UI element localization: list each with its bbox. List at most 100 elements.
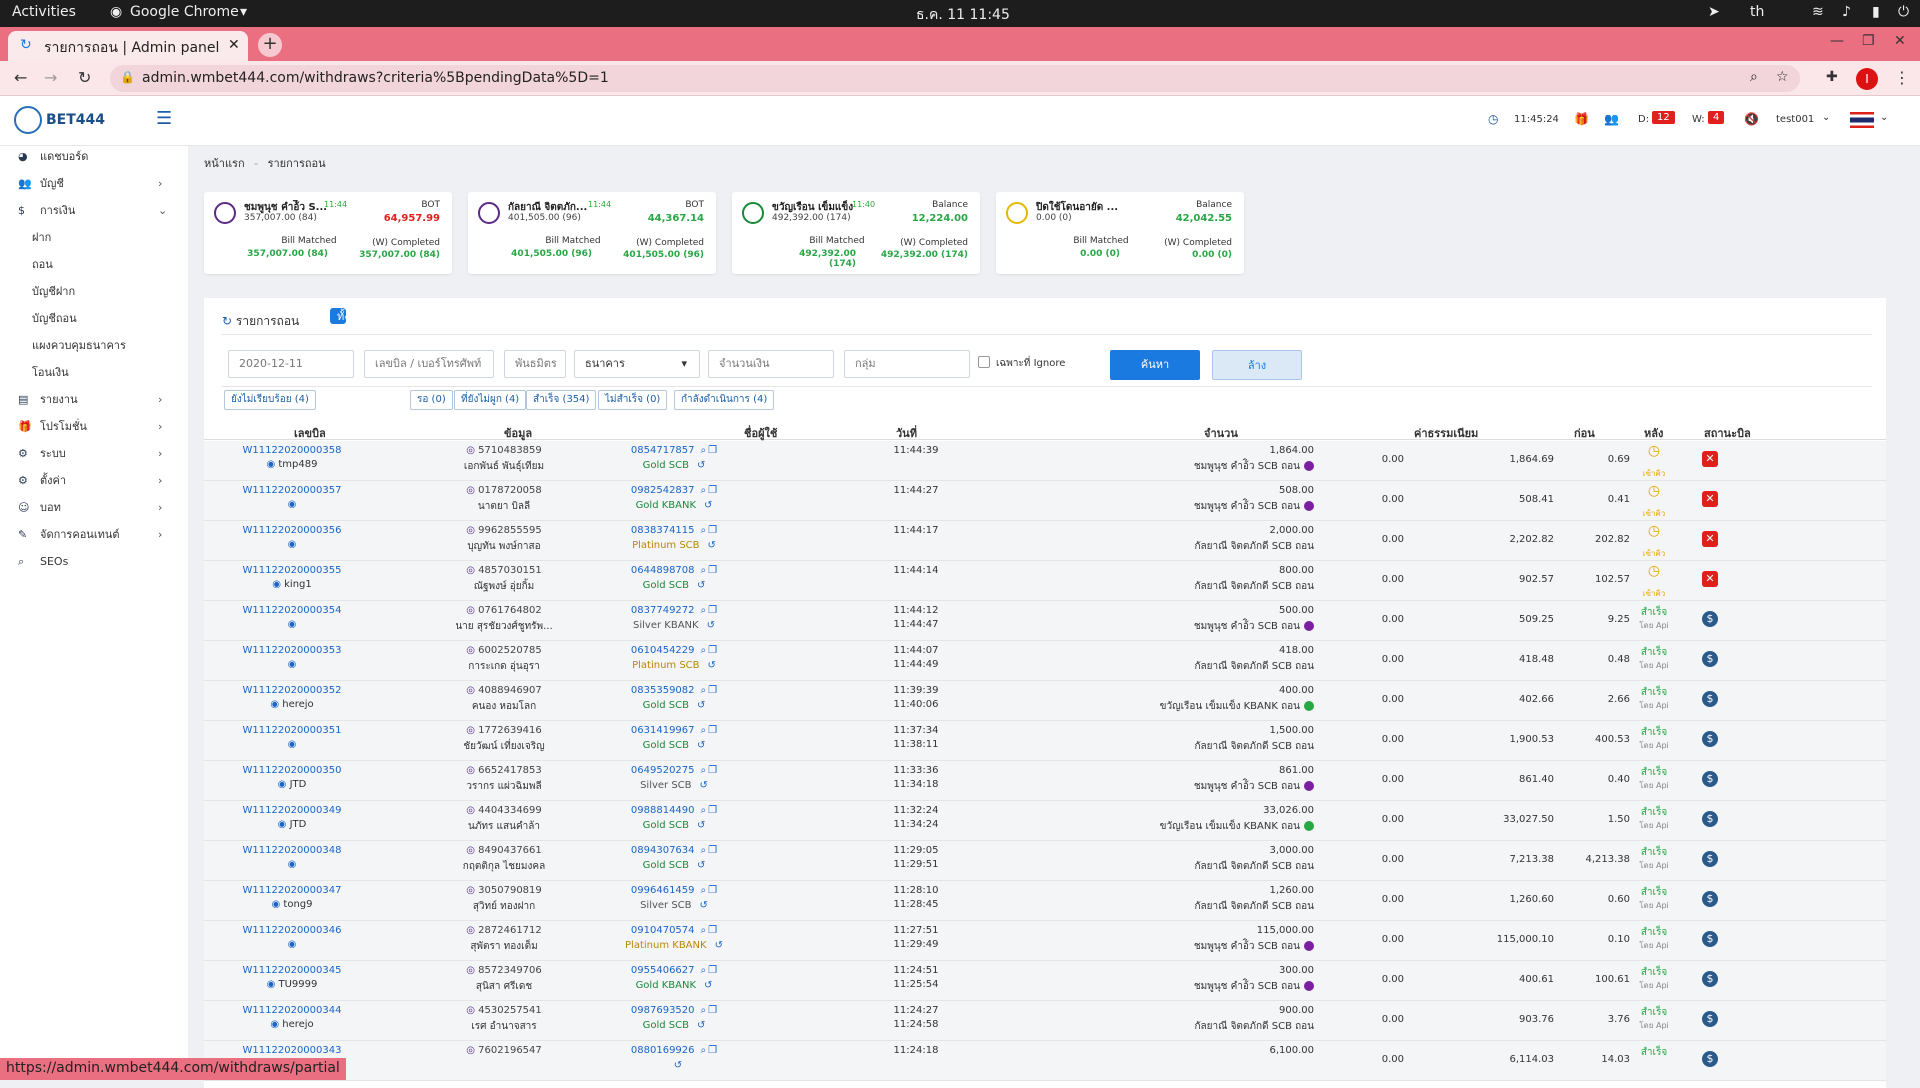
phone-link[interactable]: 0880169926 ⌕ ❐ (584, 1045, 764, 1056)
history-icon[interactable]: ↺ (697, 820, 705, 831)
clear-button[interactable]: ล้าง (1212, 350, 1302, 380)
delete-button[interactable]: ✕ (1702, 491, 1718, 507)
phone-link[interactable]: 0996461459 ⌕ ❐ (584, 885, 764, 896)
date-input[interactable]: 2020-12-11 (228, 350, 354, 378)
sidebar-item[interactable]: ⚙ ตั้งค่า › (18, 471, 162, 491)
copy-icon[interactable]: ❐ (708, 645, 717, 656)
refresh-icon[interactable]: ↻ (222, 314, 232, 328)
search-icon[interactable]: ⌕ (701, 925, 707, 936)
table-row[interactable]: W11122020000356 ◉ ◎ 9962855595 บุญทัน พงษ์… (204, 521, 1886, 561)
copy-icon[interactable]: ❐ (708, 885, 717, 896)
table-row[interactable]: W11122020000353 ◉ ◎ 6002520785 การะเกด อุ่… (204, 641, 1886, 681)
history-icon[interactable]: ↺ (700, 780, 708, 791)
copy-icon[interactable]: ❐ (708, 965, 717, 976)
mute-icon[interactable]: 🔇 (1744, 112, 1759, 126)
bank-card[interactable]: กัลยาณี จิตตภัก... 401,505.00 (96) 11:44 BO… (468, 192, 716, 274)
volume-icon[interactable]: ♪ (1842, 4, 1851, 20)
phone-link[interactable]: 0631419967 ⌕ ❐ (584, 725, 764, 736)
history-icon[interactable]: ↺ (697, 1020, 705, 1031)
phone-link[interactable]: 0987693520 ⌕ ❐ (584, 1005, 764, 1016)
sidebar-item[interactable]: 👥 บัญชี › (18, 174, 162, 194)
dollar-icon[interactable]: $ (1702, 931, 1718, 947)
search-icon[interactable]: ⌕ (701, 1045, 707, 1056)
users-icon[interactable]: 👥 (1604, 112, 1619, 126)
maximize-icon[interactable]: ❐ (1862, 33, 1875, 49)
bill-number-link[interactable]: W11122020000351 (232, 725, 352, 736)
copy-icon[interactable]: ❐ (708, 605, 717, 616)
search-icon[interactable]: ⌕ (701, 1005, 707, 1016)
table-row[interactable]: W11122020000358 ◉ tmp489 ◎ 5710483859 เอกพั… (204, 441, 1886, 481)
search-icon[interactable]: ⌕ (701, 725, 707, 736)
copy-icon[interactable]: ❐ (708, 805, 717, 816)
amount-input[interactable]: จำนวนเงิน (708, 350, 834, 378)
history-icon[interactable]: ↺ (707, 620, 715, 631)
table-row[interactable]: W11122020000346 ◉ ◎ 2872461712 สุพัตรา ทอง… (204, 921, 1886, 961)
phone-link[interactable]: 0644898708 ⌕ ❐ (584, 565, 764, 576)
search-icon[interactable]: ⌕ (701, 525, 707, 536)
history-icon[interactable]: ↺ (697, 860, 705, 871)
sidebar-item[interactable]: 🎁 โปรโมชั่น › (18, 417, 162, 437)
delete-button[interactable]: ✕ (1702, 451, 1718, 467)
ignore-checkbox[interactable] (978, 356, 990, 368)
back-icon[interactable]: ← (14, 68, 27, 87)
chrome-icon[interactable]: ◉ (110, 4, 122, 20)
delete-button[interactable]: ✕ (1702, 531, 1718, 547)
bank-card[interactable]: ปิดใช้โดนอายัด ... 0.00 (0) Balance 42,042.… (996, 192, 1244, 274)
copy-icon[interactable]: ❐ (708, 445, 717, 456)
thai-flag-icon[interactable] (1850, 112, 1874, 128)
dollar-icon[interactable]: $ (1702, 1011, 1718, 1027)
sidebar-item[interactable]: ฝาก (32, 228, 51, 248)
bill-number-link[interactable]: W11122020000357 (232, 485, 352, 496)
bill-number-link[interactable]: W11122020000344 (232, 1005, 352, 1016)
copy-icon[interactable]: ❐ (708, 845, 717, 856)
bank-card[interactable]: ชมพูนุช คำอ้ิว S... 357,007.00 (84) 11:44 B… (204, 192, 452, 274)
table-row[interactable]: W11122020000352 ◉ herejo ◎ 4088946907 คนอง … (204, 681, 1886, 721)
activities-button[interactable]: Activities (12, 4, 76, 20)
history-icon[interactable]: ↺ (697, 740, 705, 751)
dollar-icon[interactable]: $ (1702, 691, 1718, 707)
history-icon[interactable]: ↺ (700, 900, 708, 911)
search-button[interactable]: ค้นหา (1110, 350, 1200, 380)
bill-number-link[interactable]: W11122020000350 (232, 765, 352, 776)
sidebar-item[interactable]: ⌕ SEOs (18, 552, 68, 572)
history-icon[interactable]: ↺ (697, 580, 705, 591)
dollar-icon[interactable]: $ (1702, 611, 1718, 627)
history-icon[interactable]: ↺ (674, 1060, 682, 1071)
phone-link[interactable]: 0955406627 ⌕ ❐ (584, 965, 764, 976)
history-icon[interactable]: ↺ (708, 540, 716, 551)
bill-number-link[interactable]: W11122020000352 (232, 685, 352, 696)
column-header[interactable]: จำนวน (1204, 424, 1238, 442)
copy-icon[interactable]: ❐ (708, 1005, 717, 1016)
column-header[interactable]: ข้อมูล (504, 424, 532, 442)
dollar-icon[interactable]: $ (1702, 891, 1718, 907)
zoom-icon[interactable]: ⌕ (1750, 69, 1758, 85)
telegram-icon[interactable]: ➤ (1708, 4, 1720, 20)
search-icon[interactable]: ⌕ (701, 965, 707, 976)
search-icon[interactable]: ⌕ (701, 445, 707, 456)
extensions-icon[interactable]: ✚ (1826, 69, 1838, 85)
history-icon[interactable]: ↺ (697, 460, 705, 471)
phone-link[interactable]: 0854717857 ⌕ ❐ (584, 445, 764, 456)
sidebar-item[interactable]: ⚙ ระบบ › (18, 444, 162, 464)
bill-number-link[interactable]: W11122020000346 (232, 925, 352, 936)
phone-link[interactable]: 0835359082 ⌕ ❐ (584, 685, 764, 696)
history-icon[interactable]: ↺ (704, 500, 712, 511)
copy-icon[interactable]: ❐ (708, 925, 717, 936)
sidebar-item[interactable]: แผงควบคุมธนาคาร (32, 336, 126, 356)
copy-icon[interactable]: ❐ (708, 565, 717, 576)
copy-icon[interactable]: ❐ (708, 485, 717, 496)
lang-indicator[interactable]: th (1750, 4, 1764, 20)
search-icon[interactable]: ⌕ (701, 605, 707, 616)
table-row[interactable]: W11122020000349 ◉ JTD ◎ 4404334699 นภัทร แส… (204, 801, 1886, 841)
history-icon[interactable]: ↺ (697, 700, 705, 711)
phone-link[interactable]: 0988814490 ⌕ ❐ (584, 805, 764, 816)
table-row[interactable]: W11122020000345 ◉ TU9999 ◎ 8572349706 สุนิส… (204, 961, 1886, 1001)
dollar-icon[interactable]: $ (1702, 1051, 1718, 1067)
search-icon[interactable]: ⌕ (701, 485, 707, 496)
sidebar-item[interactable]: ◕ แดชบอร์ด (18, 147, 88, 167)
table-row[interactable]: W11122020000347 ◉ tong9 ◎ 3050790819 สุวิทย… (204, 881, 1886, 921)
copy-icon[interactable]: ❐ (708, 685, 717, 696)
omnibox[interactable]: 🔒 admin.wmbet444.com/withdraws?criteria%… (110, 65, 1800, 92)
column-header[interactable]: หลัง (1644, 424, 1663, 442)
copy-icon[interactable]: ❐ (708, 525, 717, 536)
